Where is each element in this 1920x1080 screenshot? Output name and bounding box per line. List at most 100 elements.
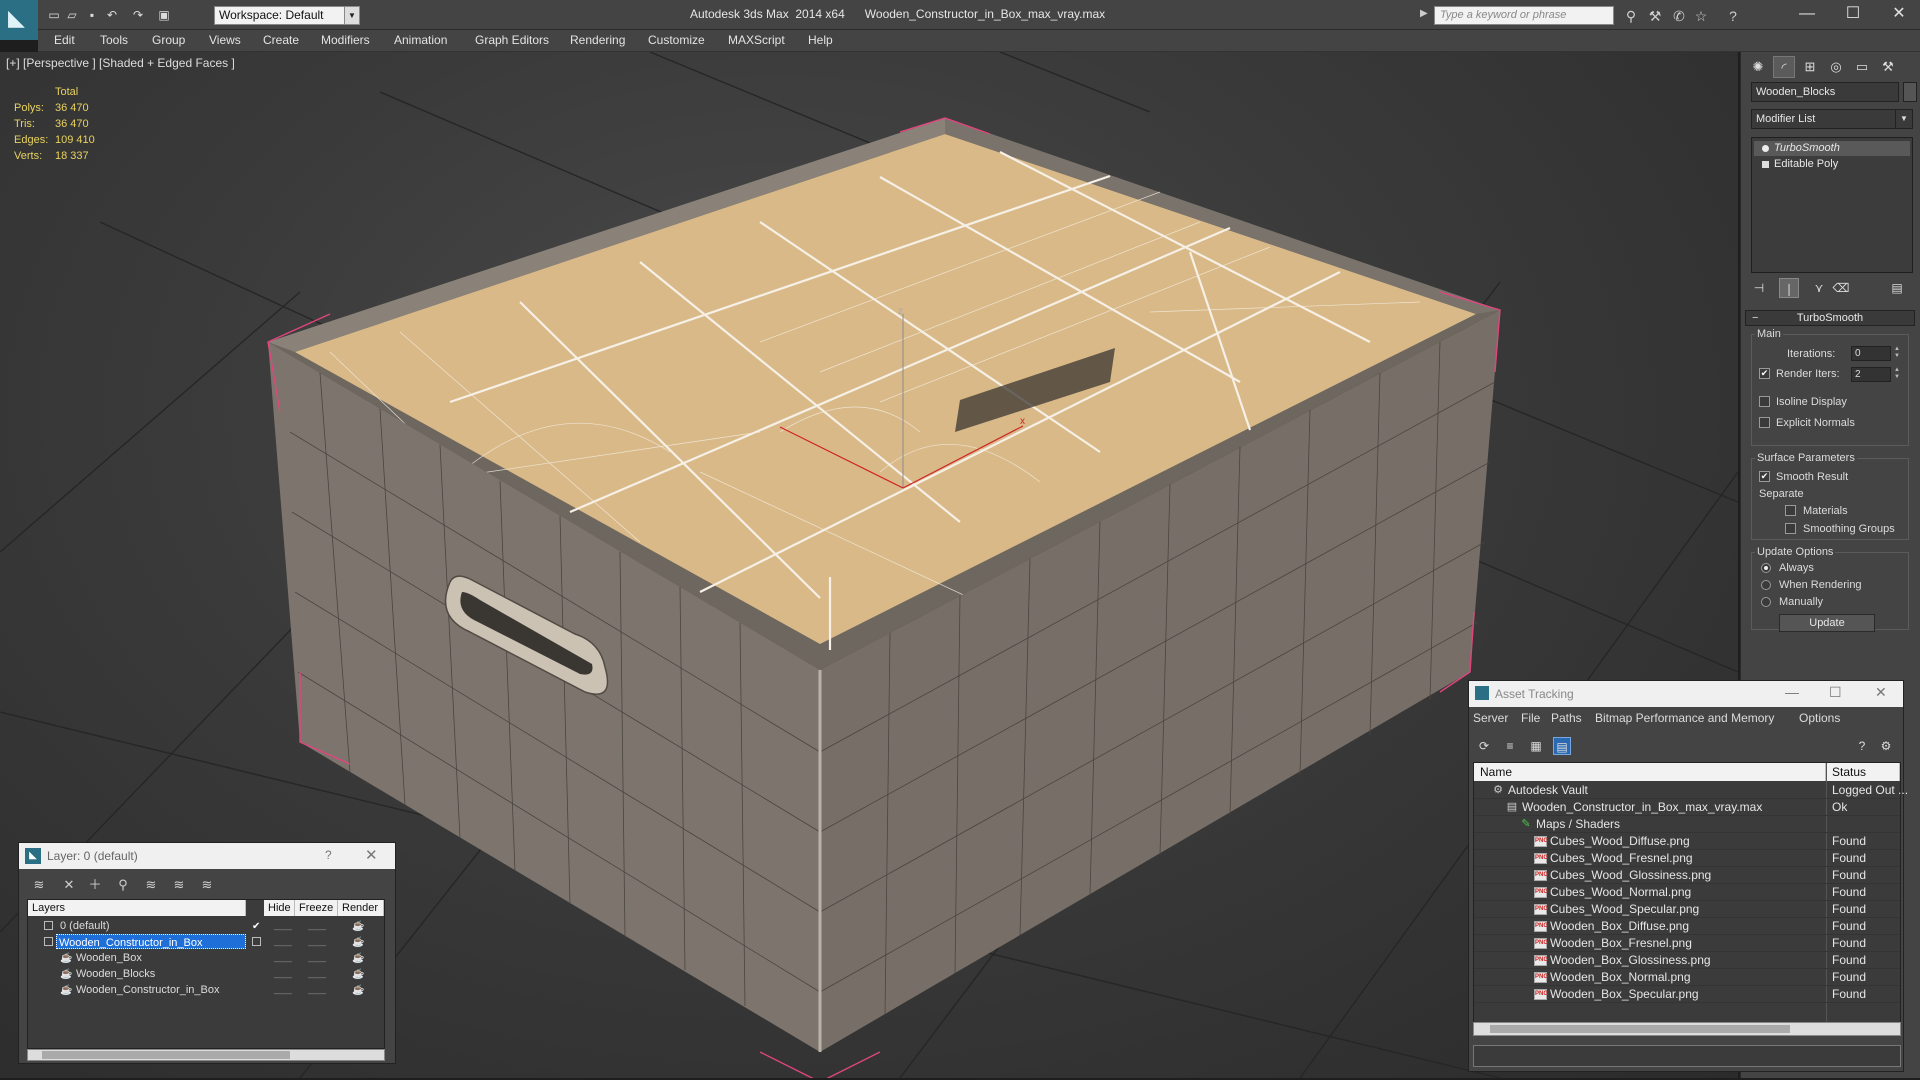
subscription-icon[interactable]: ⚒ (1646, 7, 1664, 25)
layer-row[interactable]: 0 (default) ✔ —— —— ☕ (28, 918, 384, 934)
menu-tools[interactable]: Tools (100, 33, 128, 47)
select-objects-icon[interactable]: ⚲ (113, 875, 133, 895)
menu-server[interactable]: Server (1473, 711, 1508, 725)
refresh-icon[interactable]: ⟳ (1475, 737, 1493, 755)
help-icon[interactable]: ? (1853, 737, 1871, 755)
explicit-normals-checkbox[interactable] (1759, 417, 1770, 428)
lightbulb-icon[interactable] (1762, 145, 1769, 152)
configure-sets-icon[interactable]: ▤ (1887, 278, 1907, 298)
help-icon[interactable]: ? (325, 848, 332, 862)
update-button[interactable]: Update (1779, 614, 1875, 632)
update-when-rendering-radio[interactable] (1761, 580, 1771, 590)
delete-layer-icon[interactable]: ✕ (59, 875, 79, 895)
object-color-swatch[interactable] (1903, 82, 1917, 102)
iterations-spinner[interactable]: 0 (1851, 346, 1891, 361)
modifier-list-dropdown[interactable]: Modifier List (1751, 109, 1913, 129)
asset-row[interactable]: PNG Wooden_Box_Diffuse.png Found (1474, 918, 1900, 935)
motion-tab-icon[interactable]: ◎ (1825, 56, 1847, 78)
layer-row[interactable]: ☕ Wooden_Box —— —— ☕ (28, 950, 384, 966)
menu-create[interactable]: Create (263, 33, 299, 47)
layer-name[interactable]: Wooden_Box (74, 950, 148, 965)
project-folder-icon[interactable]: ▣ (156, 7, 172, 23)
menu-bitmap-performance[interactable]: Bitmap Performance and Memory (1595, 711, 1774, 725)
menu-maxscript[interactable]: MAXScript (728, 33, 785, 47)
stack-item-editable-poly[interactable]: Editable Poly (1754, 157, 1910, 172)
menu-rendering[interactable]: Rendering (570, 33, 625, 47)
menu-graph-editors[interactable]: Graph Editors (475, 33, 549, 47)
menu-options[interactable]: Options (1799, 711, 1840, 725)
update-manually-radio[interactable] (1761, 597, 1771, 607)
menu-customize[interactable]: Customize (648, 33, 705, 47)
close-icon[interactable]: ✕ (365, 846, 378, 864)
column-header-layers[interactable]: Layers (28, 900, 246, 916)
asset-row[interactable]: PNG Cubes_Wood_Glossiness.png Found (1474, 867, 1900, 884)
chevron-down-icon[interactable]: ▼ (1895, 110, 1912, 128)
horizontal-scrollbar[interactable] (27, 1049, 385, 1061)
render-teapot-icon[interactable]: ☕ (352, 967, 364, 983)
app-logo-button[interactable]: ◣ (0, 0, 38, 40)
maximize-button[interactable]: ☐ (1830, 2, 1876, 26)
asset-row[interactable]: PNG Cubes_Wood_Diffuse.png Found (1474, 833, 1900, 850)
menu-views[interactable]: Views (209, 33, 241, 47)
freeze-toggle[interactable]: —— (308, 985, 326, 1001)
update-always-radio[interactable] (1761, 563, 1771, 573)
asset-row[interactable]: PNG Wooden_Box_Specular.png Found (1474, 986, 1900, 1003)
make-unique-icon[interactable]: ⋎ (1809, 278, 1829, 298)
rollout-header[interactable]: − TurboSmooth (1745, 310, 1915, 326)
horizontal-scrollbar[interactable] (1473, 1022, 1901, 1036)
layer-row[interactable]: ☕ Wooden_Constructor_in_Box —— —— ☕ (28, 982, 384, 998)
create-tab-icon[interactable]: ✺ (1747, 56, 1769, 78)
list-view-icon[interactable]: ≡ (1501, 737, 1519, 755)
current-layer-check-icon[interactable]: ✔ (252, 919, 260, 935)
render-teapot-icon[interactable]: ☕ (352, 919, 364, 935)
materials-checkbox[interactable] (1785, 505, 1796, 516)
new-file-icon[interactable]: ▭ (46, 7, 62, 23)
add-to-layer-icon[interactable]: ＋ (85, 875, 105, 895)
smooth-result-checkbox[interactable]: ✔ (1759, 471, 1770, 482)
asset-dialog-titlebar[interactable]: Asset Tracking — ☐ ✕ (1469, 681, 1903, 707)
settings-icon[interactable]: ⚙ (1877, 737, 1895, 755)
menu-modifiers[interactable]: Modifiers (321, 33, 370, 47)
menu-file[interactable]: File (1521, 711, 1540, 725)
favorites-star-icon[interactable]: ☆ (1692, 7, 1710, 25)
maximize-button[interactable]: ☐ (1829, 684, 1842, 701)
asset-row[interactable]: ⚙ Autodesk Vault Logged Out ... (1474, 782, 1908, 799)
minimize-button[interactable]: — (1784, 2, 1830, 26)
search-input[interactable]: Type a keyword or phrase (1434, 6, 1614, 25)
open-file-icon[interactable]: ▱ (64, 7, 80, 23)
column-header-freeze[interactable]: Freeze (295, 900, 338, 916)
asset-row[interactable]: PNG Wooden_Box_Fresnel.png Found (1474, 935, 1900, 952)
menu-paths[interactable]: Paths (1551, 711, 1582, 725)
close-button[interactable]: ✕ (1876, 2, 1920, 26)
spinner-arrows-icon[interactable]: ▲ ▼ (1893, 346, 1901, 361)
binoculars-icon[interactable]: ⚲ (1622, 7, 1640, 25)
layer-row[interactable]: ☕ Wooden_Blocks —— —— ☕ (28, 966, 384, 982)
table-view-icon[interactable]: ▤ (1553, 737, 1571, 755)
hierarchy-tab-icon[interactable]: ⊞ (1799, 56, 1821, 78)
hide-all-icon[interactable]: ≋ (169, 875, 189, 895)
asset-row[interactable]: ✎ Maps / Shaders (1474, 816, 1900, 833)
highlight-layer-icon[interactable]: ≋ (141, 875, 161, 895)
layer-row[interactable]: Wooden_Constructor_in_Box —— —— ☕ (28, 934, 384, 950)
viewport-label[interactable]: [+] [Perspective ] [Shaded + Edged Faces… (6, 56, 235, 70)
menu-help[interactable]: Help (808, 33, 833, 47)
menu-group[interactable]: Group (152, 33, 185, 47)
column-header-hide[interactable]: Hide (264, 900, 295, 916)
isoline-checkbox[interactable] (1759, 396, 1770, 407)
help-icon[interactable]: ? (1724, 7, 1742, 25)
asset-row[interactable]: ▤ Wooden_Constructor_in_Box_max_vray.max O… (1474, 799, 1900, 816)
collapse-icon[interactable]: − (1752, 311, 1758, 325)
layer-dialog-titlebar[interactable]: ◣ Layer: 0 (default) ? ✕ (19, 843, 395, 869)
asset-row[interactable]: PNG Cubes_Wood_Fresnel.png Found (1474, 850, 1900, 867)
thumbnail-view-icon[interactable]: ▦ (1527, 737, 1545, 755)
communication-center-icon[interactable]: ✆ (1670, 7, 1688, 25)
undo-icon[interactable]: ↶ (104, 7, 120, 23)
asset-row[interactable]: PNG Wooden_Box_Glossiness.png Found (1474, 952, 1900, 969)
layer-name[interactable]: Wooden_Constructor_in_Box (56, 934, 246, 949)
layer-name[interactable]: 0 (default) (58, 918, 116, 933)
render-teapot-icon[interactable]: ☕ (352, 935, 364, 951)
scrollbar-thumb[interactable] (42, 1051, 290, 1059)
close-button[interactable]: ✕ (1875, 684, 1887, 701)
chevron-down-icon[interactable]: ▼ (344, 6, 360, 25)
redo-icon[interactable]: ↷ (130, 7, 146, 23)
